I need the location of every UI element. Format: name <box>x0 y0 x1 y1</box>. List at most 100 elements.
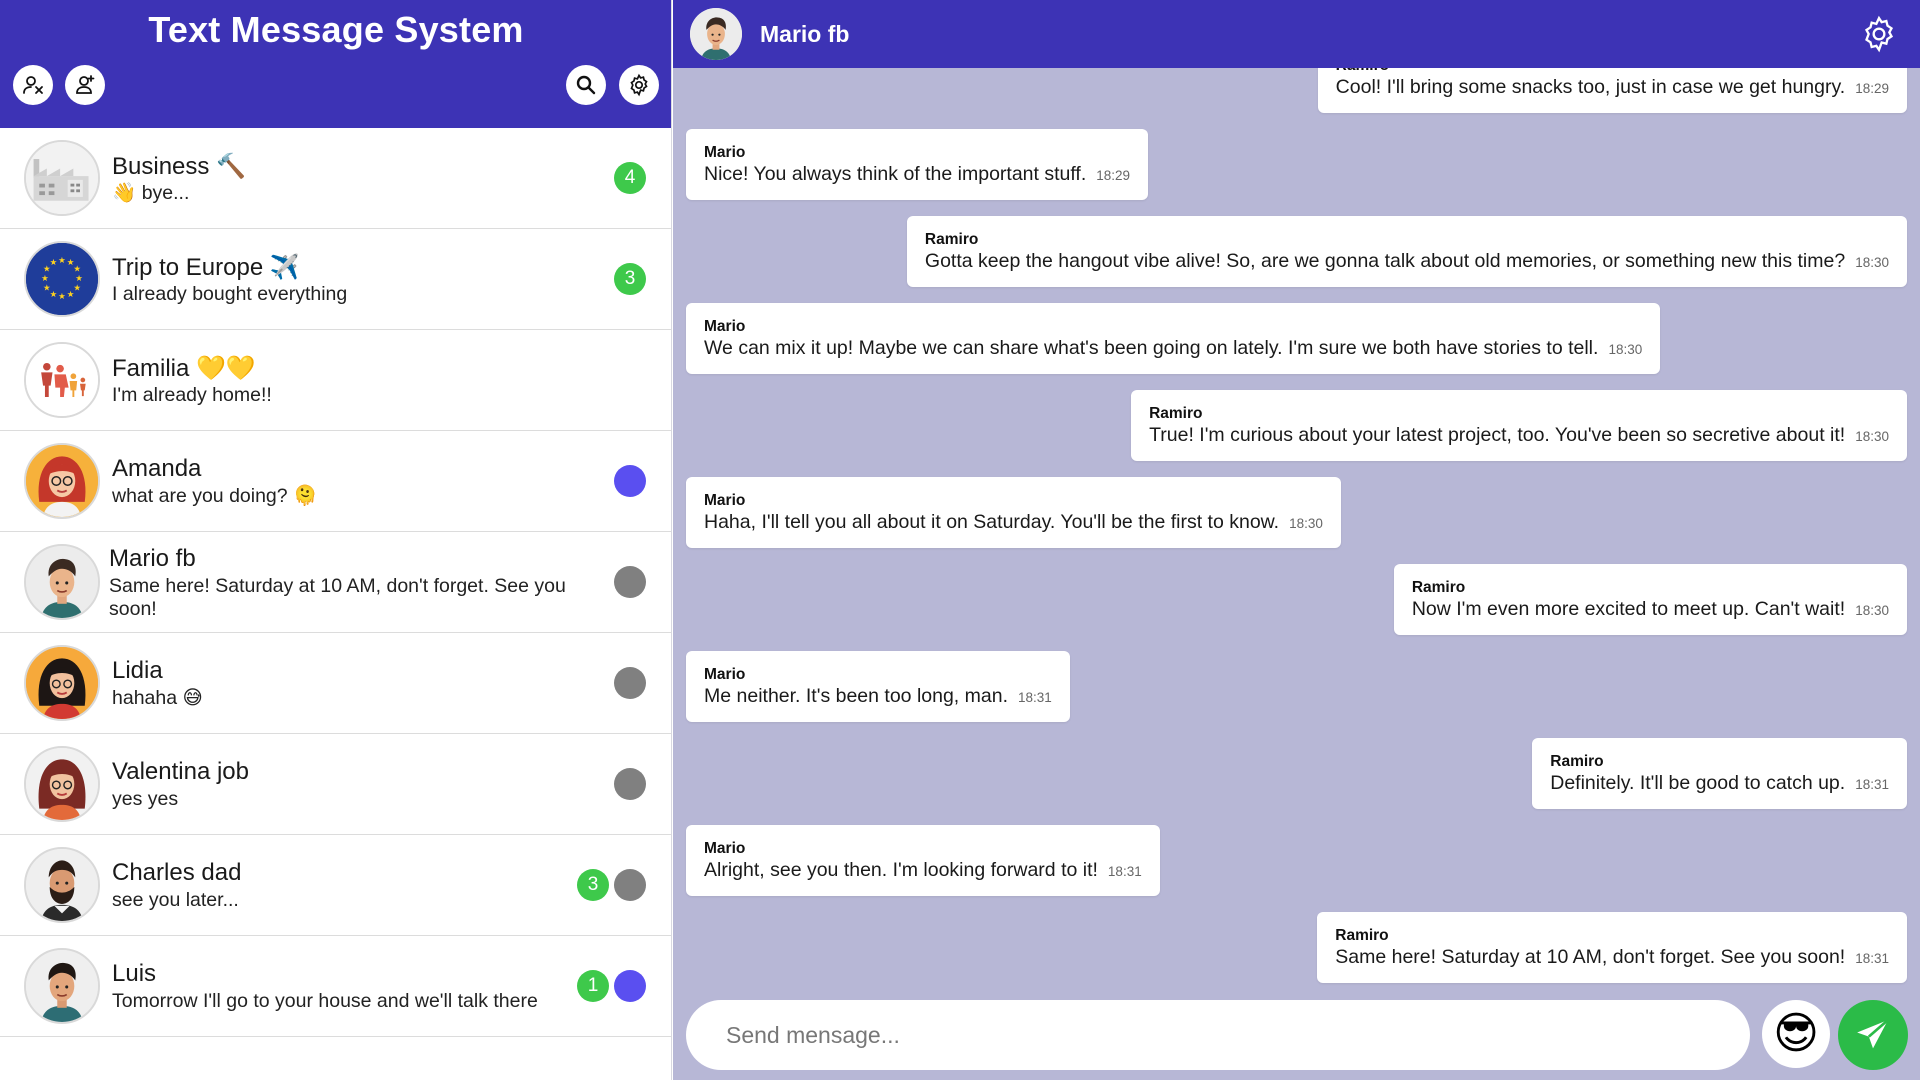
composer-bar: 😎 <box>673 990 1920 1080</box>
add-user-icon <box>76 75 95 94</box>
chat-item-charles-dad[interactable]: Charles dad see you later... 3 <box>0 835 671 936</box>
message-text: Nice! You always think of the important … <box>704 163 1087 185</box>
search-icon <box>576 75 596 95</box>
chat-sidebar: Text Message System Business 🔨 👋 bye... … <box>0 0 672 1080</box>
unread-badge: 3 <box>577 869 609 901</box>
gear-icon[interactable] <box>1859 14 1899 54</box>
chat-item-familia[interactable]: Familia 💛💛 I'm already home!! <box>0 330 671 431</box>
message-bubble-outgoing: Ramiro Definitely. It'll be good to catc… <box>1532 738 1907 809</box>
message-sender: Mario <box>704 492 746 509</box>
message-time: 18:31 <box>1855 777 1889 792</box>
chat-preview: I already bought everything <box>112 283 348 305</box>
add-user-button[interactable] <box>65 65 105 105</box>
message-text: Now I'm even more excited to meet up. Ca… <box>1411 598 1846 620</box>
chat-item-luis[interactable]: Luis Tomorrow I'll go to your house and … <box>0 936 671 1037</box>
message-text: Me neither. It's been too long, man. <box>704 685 1008 707</box>
sidebar-header: Text Message System <box>0 0 671 128</box>
message-text: Alright, see you then. I'm looking forwa… <box>704 859 1098 881</box>
chat-name: Lidia <box>112 657 163 684</box>
conversation-header: Mario fb <box>673 0 1920 68</box>
message-bubble-incoming: Mario Nice! You always think of the impo… <box>686 129 1149 200</box>
unread-badge: 4 <box>614 162 646 194</box>
message-sender: Ramiro <box>1550 753 1604 770</box>
chat-item-lidia[interactable]: Lidia hahaha 😅 <box>0 633 671 734</box>
man-avatar <box>24 544 100 620</box>
svg-text:★: ★ <box>58 256 66 266</box>
offline-status-dot <box>614 768 646 800</box>
chat-name: Business 🔨 <box>112 153 246 180</box>
emoji-button[interactable]: 😎 <box>1762 1000 1830 1068</box>
chat-list: Business 🔨 👋 bye... 4 ★ ★ ★ ★ ★ ★ ★ ★ ★ ★ ★ ★ Tr… <box>0 128 671 1037</box>
online-status-dot <box>614 465 646 497</box>
message-sender: Mario <box>704 318 746 335</box>
search-button[interactable] <box>566 65 606 105</box>
message-text: Definitely. It'll be good to catch up. <box>1550 772 1846 794</box>
svg-text:★: ★ <box>75 274 83 284</box>
message-input[interactable] <box>686 1000 1750 1070</box>
conversation-panel: Mario fb Ramiro Cool! I'll bring some sn… <box>673 0 1920 1080</box>
chat-preview: see you later... <box>112 889 239 911</box>
message-time: 18:30 <box>1608 342 1643 357</box>
message-bubble-outgoing: Ramiro True! I'm curious about your late… <box>1131 390 1907 461</box>
message-time: 18:30 <box>1855 255 1889 270</box>
offline-status-dot <box>614 566 646 598</box>
settings-button[interactable] <box>619 65 659 105</box>
chat-preview: 👋 bye... <box>112 182 190 204</box>
woman-avatar <box>24 443 100 519</box>
chat-preview: I'm already home!! <box>112 384 272 406</box>
message-bubble-incoming: Mario We can mix it up! Maybe we can sha… <box>686 303 1661 374</box>
family-icon <box>24 342 100 418</box>
message-bubble-incoming: Mario Alright, see you then. I'm looking… <box>686 825 1160 896</box>
message-time: 18:30 <box>1289 516 1323 531</box>
sunglasses-emoji-icon: 😎 <box>1773 1009 1819 1058</box>
message-text: Gotta keep the hangout vibe alive! So, a… <box>924 250 1846 272</box>
message-list[interactable]: Ramiro Cool! I'll bring some snacks too,… <box>673 0 1920 990</box>
message-sender: Mario <box>704 144 746 161</box>
bearded-man-avatar <box>24 847 100 923</box>
chat-name: Valentina job <box>112 758 249 785</box>
woman-avatar <box>24 746 100 822</box>
chat-item-business[interactable]: Business 🔨 👋 bye... 4 <box>0 128 671 229</box>
contact-avatar[interactable] <box>690 8 742 60</box>
chat-item-amanda[interactable]: Amanda what are you doing? 🫠 <box>0 431 671 532</box>
message-bubble-incoming: Mario Me neither. It's been too long, ma… <box>686 651 1070 722</box>
message-text: We can mix it up! Maybe we can share wha… <box>704 337 1599 359</box>
message-text: True! I'm curious about your latest proj… <box>1149 424 1846 446</box>
contact-name[interactable]: Mario fb <box>760 21 849 48</box>
chat-preview: what are you doing? 🫠 <box>112 485 318 507</box>
svg-text:★: ★ <box>67 290 75 300</box>
message-sender: Ramiro <box>924 231 979 248</box>
chat-name: Mario fb <box>109 545 196 572</box>
message-sender: Mario <box>704 840 746 857</box>
message-time: 18:30 <box>1855 429 1889 444</box>
message-bubble-outgoing: Ramiro Gotta keep the hangout vibe alive… <box>906 216 1907 287</box>
offline-status-dot <box>614 869 646 901</box>
message-time: 18:30 <box>1855 603 1889 618</box>
message-time: 18:29 <box>1096 168 1131 183</box>
chat-name: Luis <box>112 960 157 987</box>
man-avatar <box>24 948 100 1024</box>
svg-text:★: ★ <box>50 290 58 300</box>
chat-item-trip-to-europe[interactable]: ★ ★ ★ ★ ★ ★ ★ ★ ★ ★ ★ ★ Trip to Europe ✈️ I alre… <box>0 229 671 330</box>
message-text: Haha, I'll tell you all about it on Satu… <box>704 511 1280 533</box>
message-time: 18:31 <box>1855 951 1889 966</box>
message-text: Same here! Saturday at 10 AM, don't forg… <box>1335 946 1846 968</box>
message-bubble-incoming: Mario Haha, I'll tell you all about it o… <box>686 477 1341 548</box>
eu-flag-icon: ★ ★ ★ ★ ★ ★ ★ ★ ★ ★ ★ ★ <box>24 241 100 317</box>
message-sender: Ramiro <box>1411 579 1466 596</box>
message-sender: Mario <box>704 666 746 683</box>
unread-badge: 1 <box>577 970 609 1002</box>
svg-text:★: ★ <box>41 274 49 284</box>
contacts-button[interactable] <box>13 65 53 105</box>
svg-text:★: ★ <box>58 292 66 302</box>
chat-name: Amanda <box>112 455 202 482</box>
message-time: 18:29 <box>1855 81 1889 96</box>
chat-item-mario-fb[interactable]: Mario fb Same here! Saturday at 10 AM, d… <box>0 532 671 633</box>
svg-text:★: ★ <box>50 258 58 268</box>
unread-badge: 3 <box>614 263 646 295</box>
svg-text:★: ★ <box>73 283 81 293</box>
chat-item-valentina-job[interactable]: Valentina job yes yes <box>0 734 671 835</box>
send-button[interactable] <box>1838 1000 1908 1070</box>
message-time: 18:31 <box>1018 690 1052 705</box>
woman-avatar <box>24 645 100 721</box>
